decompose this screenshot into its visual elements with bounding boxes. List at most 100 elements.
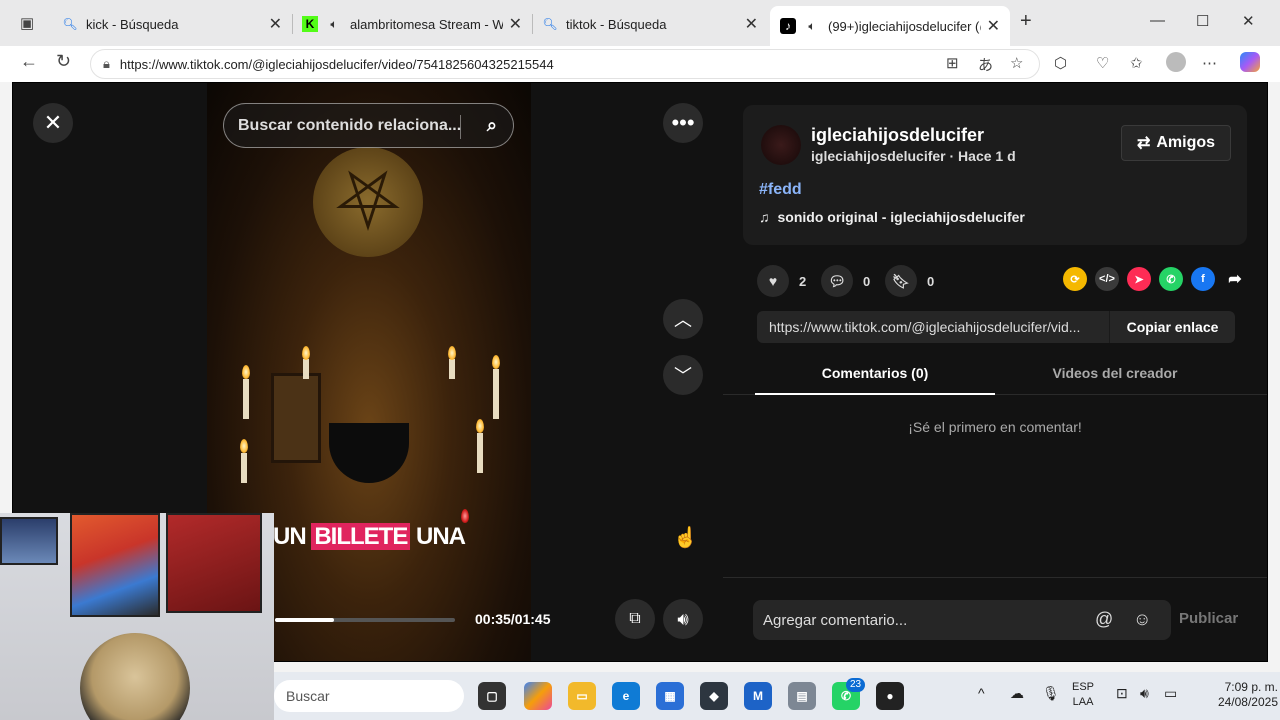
avatar[interactable] [761, 125, 801, 165]
browser-essentials-icon[interactable]: ♡ [1096, 54, 1109, 72]
tab-kick-search[interactable]: 🔍︎ kick - Búsqueda ✕ [52, 8, 292, 40]
search-icon[interactable]: ⌕ [487, 115, 497, 136]
save-action[interactable]: 🔖︎ 0 [885, 265, 934, 297]
tab-actions-icon[interactable]: ▣ [20, 14, 34, 32]
app-cube-icon[interactable]: ◆ [700, 682, 728, 710]
share-link-text[interactable]: https://www.tiktok.com/@igleciahijosdelu… [757, 319, 1109, 335]
hashtag-link[interactable]: #fedd [759, 181, 802, 199]
tab-tiktok-video[interactable]: ♪ 🔈︎ (99+)igleciahijosdelucifer (@ ✕ [770, 6, 1010, 46]
obs-icon[interactable]: ● [876, 682, 904, 710]
back-icon[interactable]: ← [20, 51, 38, 72]
related-search-input[interactable]: Buscar contenido relaciona... ⌕ [223, 103, 514, 148]
tab-creator-videos[interactable]: Videos del creador [995, 365, 1235, 381]
favorites-icon[interactable]: ✩ [1130, 54, 1143, 72]
close-icon[interactable]: ✕ [745, 14, 758, 34]
extensions-icon[interactable]: ⬡ [1054, 54, 1067, 72]
panel-tabs: Comentarios (0) Videos del creador [723, 359, 1267, 395]
facebook-icon[interactable]: f [1191, 267, 1215, 291]
heart-icon[interactable]: ♥ [757, 265, 789, 297]
app-available-icon[interactable]: ⊞ [946, 54, 959, 72]
comment-action[interactable]: 💬︎ 0 [821, 265, 870, 297]
candle-flame [448, 346, 456, 360]
send-icon[interactable]: ➤ [1127, 267, 1151, 291]
friends-button-label: Amigos [1156, 134, 1216, 151]
copilot-icon[interactable] [1240, 52, 1260, 72]
close-icon[interactable]: ✕ [509, 14, 522, 34]
volume-icon[interactable]: 🔊︎ [663, 599, 703, 639]
profile-avatar[interactable] [1166, 52, 1186, 72]
chevron-up-icon[interactable]: ︿ [663, 299, 703, 339]
favorite-star-icon[interactable]: ☆ [1010, 54, 1023, 72]
lock-icon[interactable]: 🔒︎ [103, 56, 110, 72]
username[interactable]: igleciahijosdelucifer [811, 125, 984, 146]
url-text: https://www.tiktok.com/@igleciahijosdelu… [119, 56, 554, 72]
tab-tiktok-search[interactable]: 🔍︎ tiktok - Búsqueda ✕ [532, 8, 768, 40]
like-count: 2 [799, 273, 807, 289]
edge-icon[interactable]: e [612, 682, 640, 710]
post-info-card: igleciahijosdelucifer igleciahijosdeluci… [743, 105, 1247, 245]
close-window-button[interactable]: ✕ [1242, 12, 1255, 30]
maximize-button[interactable]: ☐ [1196, 12, 1209, 30]
more-options-icon[interactable]: ••• [663, 103, 703, 143]
clock-date: 24/08/2025 [1217, 695, 1278, 709]
red-candle-flame [461, 509, 469, 523]
music-note-icon: ♫ [759, 209, 770, 225]
app-window-icon[interactable]: ▤ [788, 682, 816, 710]
like-action[interactable]: ♥ 2 [757, 265, 806, 297]
clock[interactable]: 7:09 p. m. 24/08/2025 [1194, 680, 1278, 710]
file-explorer-icon[interactable]: ▭ [568, 682, 596, 710]
tab-kick-stream[interactable]: K 🔈︎ alambritomesa Stream - Wat ✕ [292, 8, 532, 40]
url-bar[interactable]: 🔒︎ https://www.tiktok.com/@igleciahijosd… [90, 49, 1040, 79]
network-icon[interactable]: ⊡ [1116, 686, 1128, 701]
comment-icon[interactable]: 💬︎ [821, 265, 853, 297]
bookmark-icon[interactable]: 🔖︎ [885, 265, 917, 297]
close-icon[interactable]: ✕ [33, 103, 73, 143]
new-tab-button[interactable]: + [1020, 10, 1032, 33]
speaker-icon[interactable]: 🔊︎ [1140, 686, 1149, 701]
chevron-up-icon[interactable]: ^ [978, 686, 985, 701]
comment-count: 0 [863, 273, 871, 289]
active-tab-underline [755, 393, 995, 395]
translate-icon[interactable]: あ [978, 54, 993, 75]
repost-icon[interactable]: ⟳ [1063, 267, 1087, 291]
mini-player-icon[interactable]: ⧉ [615, 599, 655, 639]
friends-button[interactable]: ⇄ Amigos [1121, 125, 1231, 161]
sound-link[interactable]: ♫ sonido original - igleciahijosdelucife… [759, 209, 1025, 225]
tab-comments[interactable]: Comentarios (0) [755, 365, 995, 381]
video-progress-bar[interactable] [275, 618, 455, 622]
language-indicator[interactable]: ESP LAA [1072, 680, 1094, 710]
cloud-icon[interactable]: ☁ [1010, 686, 1024, 701]
search-divider [460, 115, 461, 139]
speaker-icon[interactable]: 🔈︎ [326, 16, 342, 32]
tab-label: kick - Búsqueda [86, 16, 179, 32]
speaker-icon[interactable]: 🔈︎ [804, 18, 820, 34]
search-icon: 🔍︎ [542, 17, 558, 31]
share-arrow-icon[interactable]: ➦ [1223, 267, 1247, 291]
battery-icon[interactable]: ▭ [1164, 686, 1177, 701]
candle [243, 379, 249, 419]
minimize-button[interactable]: — [1150, 12, 1165, 29]
task-view-icon[interactable]: ▢ [478, 682, 506, 710]
comment-input[interactable]: Agregar comentario... @ ☺ [753, 600, 1171, 640]
candle-flame [242, 365, 250, 379]
taskbar-search[interactable]: Buscar [274, 680, 464, 712]
mention-icon[interactable]: @ [1095, 609, 1113, 630]
refresh-icon[interactable]: ↻ [56, 51, 71, 72]
copy-link-button[interactable]: Copiar enlace [1109, 311, 1235, 343]
whatsapp-icon[interactable]: ✆ [1159, 267, 1183, 291]
chevron-down-icon[interactable]: ﹀ [663, 355, 703, 395]
microphone-icon[interactable]: 🎙︎ [1042, 686, 1060, 701]
more-menu-icon[interactable]: ⋯ [1202, 54, 1217, 72]
comment-placeholder: Agregar comentario... [763, 611, 908, 629]
close-icon[interactable]: ✕ [269, 14, 282, 34]
store-icon[interactable]: ▦ [656, 682, 684, 710]
candle-flame [492, 355, 500, 369]
tab-label: (99+)igleciahijosdelucifer (@ [828, 18, 981, 34]
embed-icon[interactable]: </> [1095, 267, 1119, 291]
copilot-icon[interactable] [524, 682, 552, 710]
close-icon[interactable]: ✕ [987, 16, 1000, 36]
publish-button[interactable]: Publicar [1179, 610, 1238, 627]
emoji-icon[interactable]: ☺ [1133, 609, 1151, 630]
video-time: 00:35/01:45 [475, 611, 551, 627]
app-editor-icon[interactable]: M [744, 682, 772, 710]
